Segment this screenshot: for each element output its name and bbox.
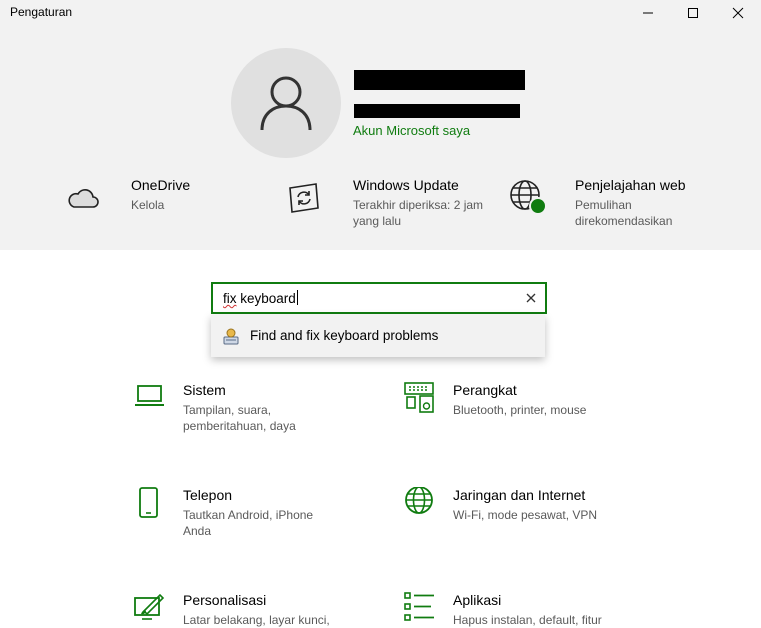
suggestion-label: Find and fix keyboard problems (250, 328, 439, 343)
window-title: Pengaturan (10, 5, 73, 19)
close-icon (732, 7, 744, 19)
laptop-icon (134, 382, 166, 415)
quick-link-subtitle: Terakhir diperiksa: 2 jam yang lalu (353, 198, 484, 228)
quick-link-title: Penjelajahan web (575, 177, 686, 193)
maximize-button[interactable] (670, 0, 716, 26)
maximize-icon (688, 8, 698, 18)
quick-link-title: OneDrive (131, 177, 191, 193)
minimize-icon (643, 12, 653, 14)
category-title: Telepon (183, 487, 233, 503)
microsoft-account-link[interactable]: Akun Microsoft saya (353, 123, 470, 138)
clear-search-button[interactable] (523, 290, 539, 306)
category-title: Aplikasi (453, 592, 502, 608)
category-subtitle: Bluetooth, printer, mouse (453, 403, 587, 417)
user-icon (260, 76, 312, 131)
quick-link-title: Windows Update (353, 177, 459, 193)
search-suggestion[interactable]: Find and fix keyboard problems (211, 315, 545, 357)
sync-icon (287, 181, 321, 220)
category-subtitle: Wi-Fi, mode pesawat, VPN (453, 508, 598, 522)
close-button[interactable] (715, 0, 761, 26)
category-title: Jaringan dan Internet (453, 487, 586, 503)
category-subtitle: Latar belakang, layar kunci, (183, 613, 330, 627)
close-icon (526, 293, 536, 303)
category-title: Personalisasi (183, 592, 267, 608)
minimize-button[interactable] (625, 0, 671, 26)
category-title: Perangkat (453, 382, 517, 398)
category-subtitle: Tampilan, suara, pemberitahuan, daya (183, 403, 296, 433)
apps-icon (404, 592, 436, 627)
category-title: Sistem (183, 382, 226, 398)
cloud-icon (66, 181, 100, 220)
globe-icon (509, 177, 551, 224)
avatar[interactable] (231, 48, 341, 158)
search-input-value: fix keyboard (223, 290, 298, 306)
redacted-user-name (354, 70, 525, 90)
redacted-user-email (354, 104, 520, 118)
phone-icon (134, 487, 166, 524)
quick-link-subtitle: Pemulihan direkomendasikan (575, 198, 673, 228)
devices-icon (404, 382, 436, 419)
troubleshooter-icon (223, 328, 241, 351)
search-input[interactable]: fix keyboard (211, 282, 547, 314)
category-subtitle: Hapus instalan, default, fitur (453, 613, 602, 627)
quick-link-subtitle: Kelola (131, 198, 165, 212)
globe-icon (404, 486, 436, 524)
status-dot (529, 197, 547, 215)
personalization-icon (134, 592, 166, 627)
category-subtitle: Tautkan Android, iPhone Anda (183, 508, 314, 538)
